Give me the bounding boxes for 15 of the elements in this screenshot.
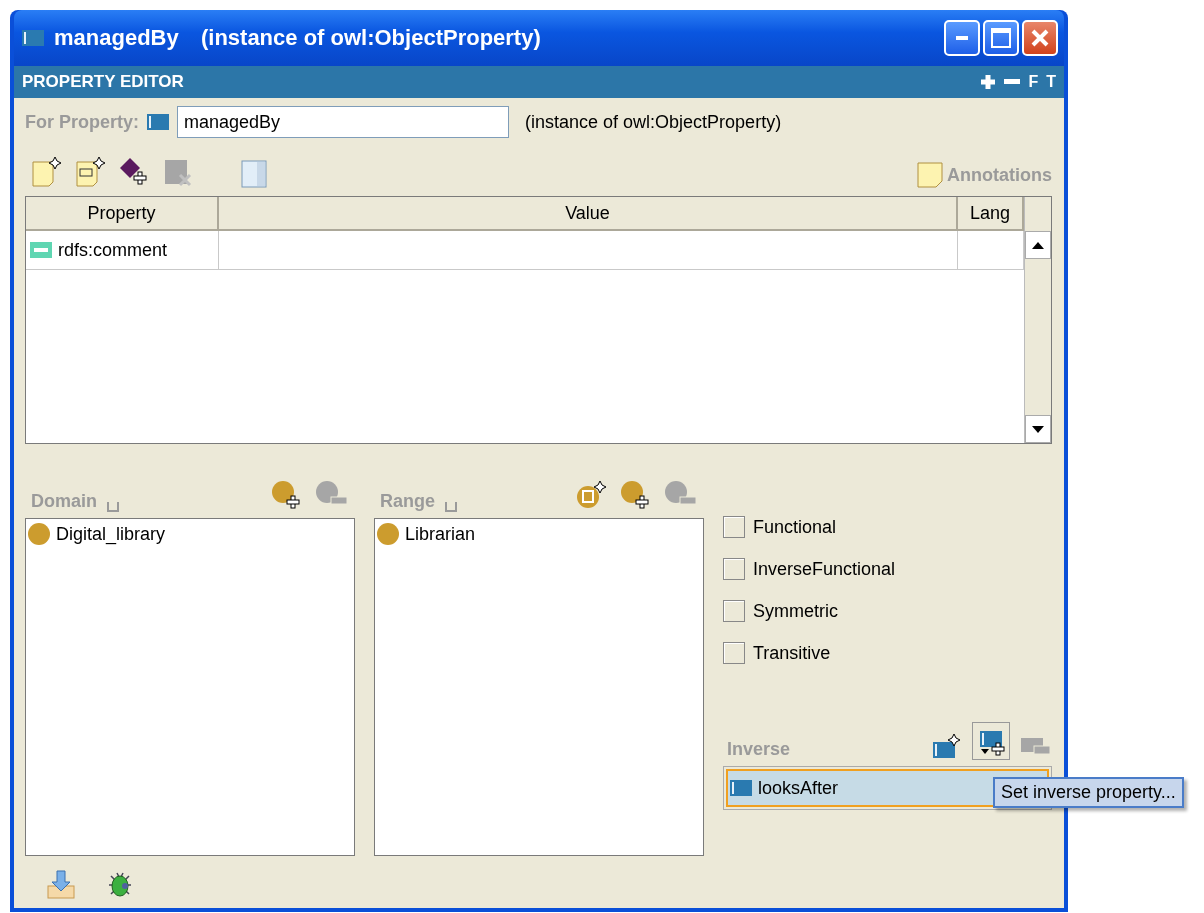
checkbox-label: Transitive (753, 642, 831, 664)
checkbox-label: Functional (753, 516, 837, 538)
property-name: rdfs:comment (58, 239, 168, 261)
window-subtitle: (instance of owl:ObjectProperty) (199, 25, 541, 51)
instance-type-text: (instance of owl:ObjectProperty) (525, 111, 782, 133)
range-label: Range (380, 491, 435, 512)
checkbox-label: InverseFunctional (753, 558, 896, 580)
domain-label: Domain (31, 491, 97, 512)
checkbox-label: Symmetric (753, 600, 838, 622)
window-title: managedBy (54, 25, 179, 51)
editor-title: PROPERTY EDITOR (22, 72, 184, 92)
for-property-label: For Property: (25, 111, 139, 133)
tooltip: Set inverse property... (993, 777, 1184, 808)
inverse-label: Inverse (727, 739, 791, 760)
inverse-name: looksAfter (758, 777, 839, 799)
